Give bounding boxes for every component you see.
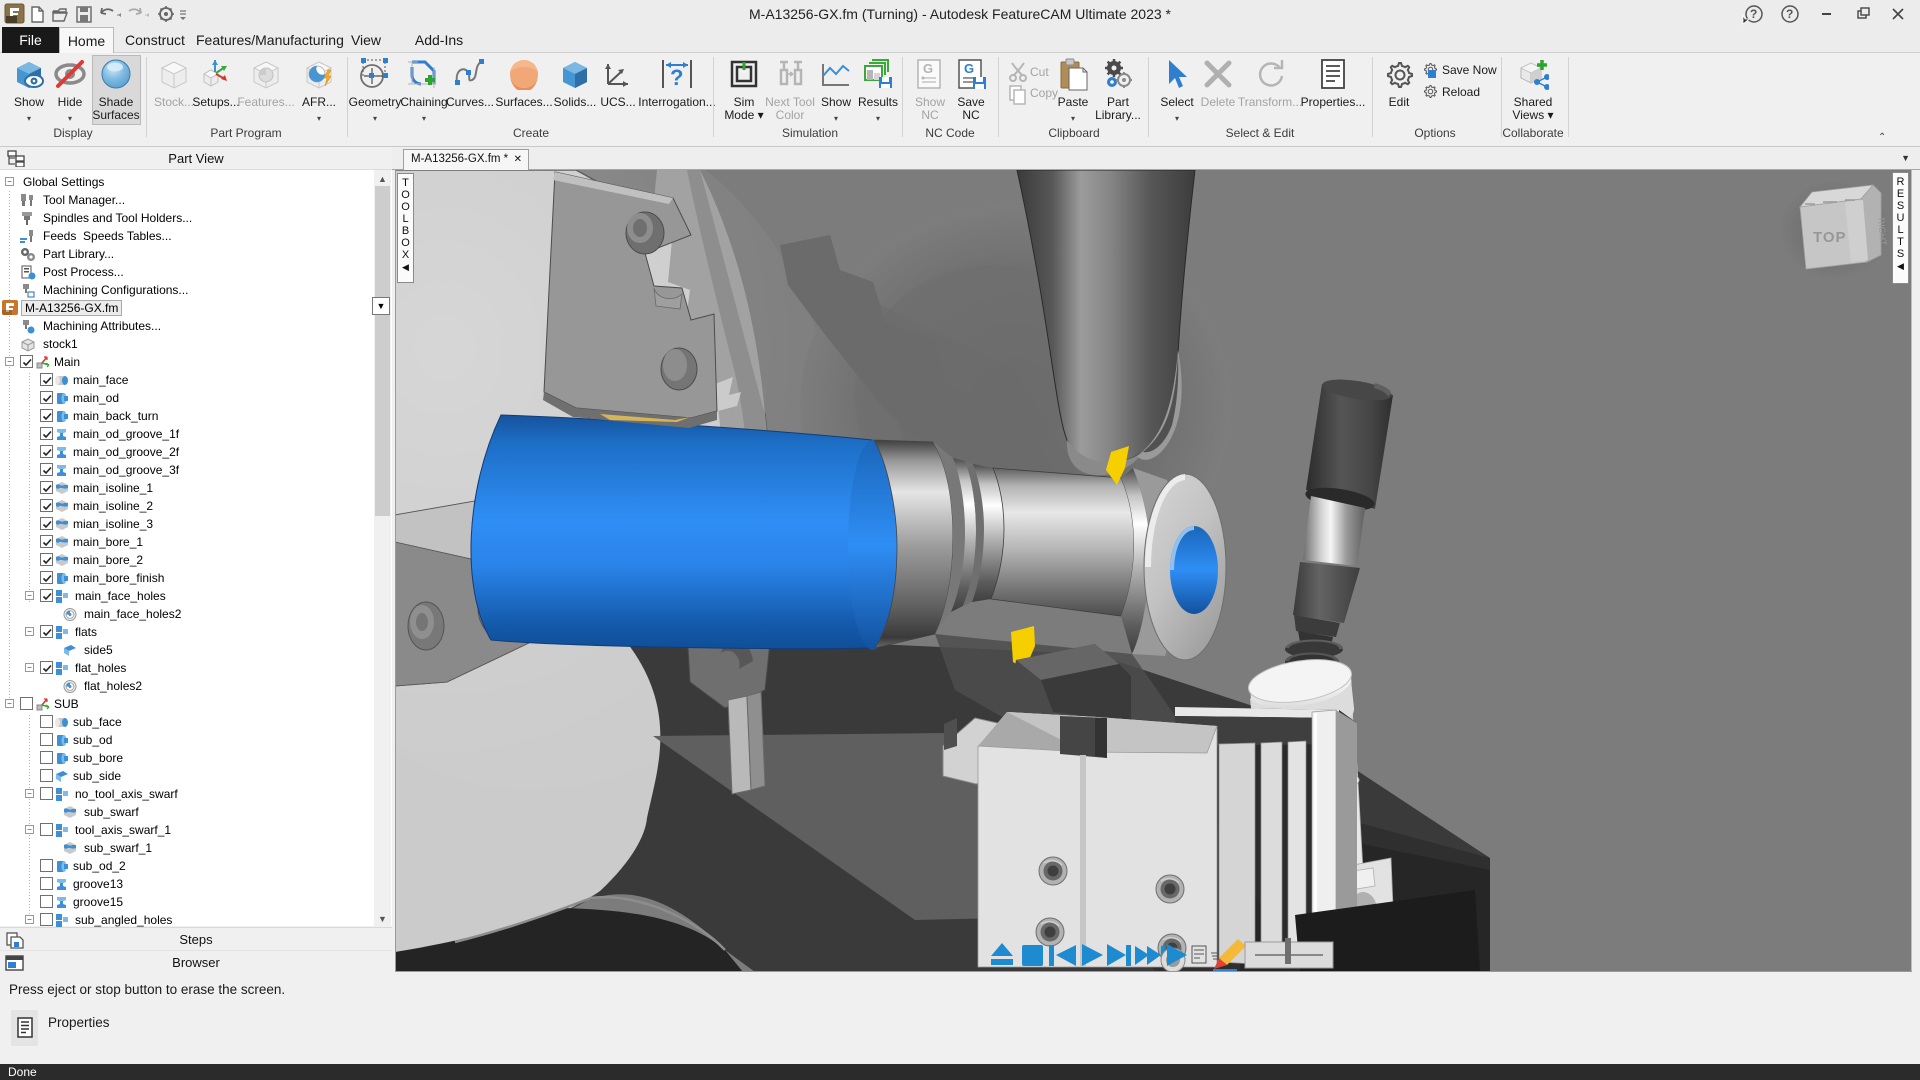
svg-text:?: ? bbox=[670, 65, 683, 90]
svg-text:G: G bbox=[964, 61, 974, 76]
svg-text:?: ? bbox=[1750, 7, 1757, 21]
svg-text:?: ? bbox=[1786, 7, 1793, 21]
svg-text:G: G bbox=[923, 61, 933, 76]
svg-text:TOP: TOP bbox=[1813, 229, 1847, 246]
